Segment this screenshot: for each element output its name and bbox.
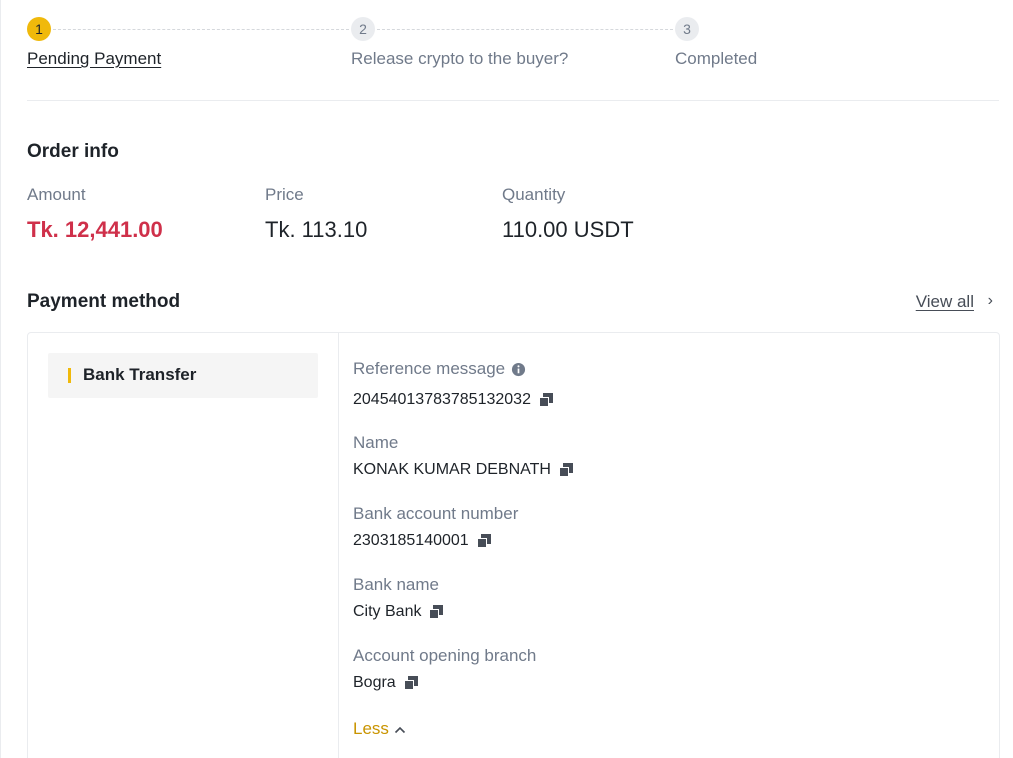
view-all-link[interactable]: View all (916, 292, 974, 312)
active-indicator (68, 368, 71, 383)
step-release-crypto: 2 Release crypto to the buyer? (351, 17, 568, 68)
step-completed: 3 Completed (675, 17, 757, 68)
field-value-name: KONAK KUMAR DEBNATH (353, 461, 573, 479)
less-toggle[interactable]: Less (353, 719, 406, 739)
step-label: Completed (675, 49, 758, 68)
field-value-bank-account-number: 2303185140001 (353, 532, 491, 550)
step-pending-payment: 1 Pending Payment (27, 17, 161, 68)
field-label-text: Reference message (353, 359, 506, 378)
field-label-account-opening-branch: Account opening branch (353, 646, 537, 665)
payment-method-label: Bank Transfer (83, 365, 197, 384)
step-connector-1 (53, 29, 349, 30)
field-value-text: City Bank (353, 603, 422, 620)
copy-icon[interactable] (558, 462, 573, 477)
field-label-bank-account-number: Bank account number (353, 504, 519, 523)
field-value-account-opening-branch: Bogra (353, 674, 418, 692)
step-label[interactable]: Pending Payment (27, 49, 161, 69)
order-page: 1 Pending Payment 2 Release crypto to th… (0, 0, 1013, 758)
field-label-reference-message: Reference message (353, 359, 526, 379)
copy-icon[interactable] (538, 392, 553, 407)
amount-value: Tk. 12,441.00 (27, 217, 163, 242)
chevron-up-icon (394, 726, 405, 733)
order-stepper: 1 Pending Payment 2 Release crypto to th… (27, 17, 787, 77)
field-value-text: Bogra (353, 674, 396, 691)
price-value: Tk. 113.10 (265, 217, 368, 242)
payment-method-title: Payment method (27, 291, 181, 312)
less-label: Less (353, 719, 389, 738)
step-number: 2 (351, 17, 375, 41)
amount-label: Amount (27, 185, 86, 204)
quantity-label: Quantity (502, 185, 566, 204)
step-label: Release crypto to the buyer? (351, 49, 569, 68)
section-divider (27, 100, 999, 101)
step-number: 3 (675, 17, 699, 41)
field-label-name: Name (353, 433, 399, 452)
field-value-bank-name: City Bank (353, 603, 444, 621)
field-value-reference-message: 20454013783785132032 (353, 391, 553, 409)
field-value-text: 2303185140001 (353, 532, 469, 549)
step-number: 1 (27, 17, 51, 41)
copy-icon[interactable] (476, 533, 491, 548)
payment-method-list: Bank Transfer (28, 333, 339, 758)
field-value-text: KONAK KUMAR DEBNATH (353, 461, 551, 478)
copy-icon[interactable] (429, 604, 444, 619)
step-connector-2 (377, 29, 673, 30)
chevron-right-icon[interactable]: › (988, 292, 993, 310)
copy-icon[interactable] (403, 675, 418, 690)
field-label-bank-name: Bank name (353, 575, 439, 594)
price-label: Price (265, 185, 304, 204)
quantity-value: 110.00 USDT (502, 217, 634, 242)
field-value-text: 20454013783785132032 (353, 391, 531, 408)
payment-method-tab-bank-transfer[interactable]: Bank Transfer (48, 353, 318, 398)
info-circle-icon[interactable] (511, 362, 526, 377)
order-info-title: Order info (27, 141, 119, 162)
